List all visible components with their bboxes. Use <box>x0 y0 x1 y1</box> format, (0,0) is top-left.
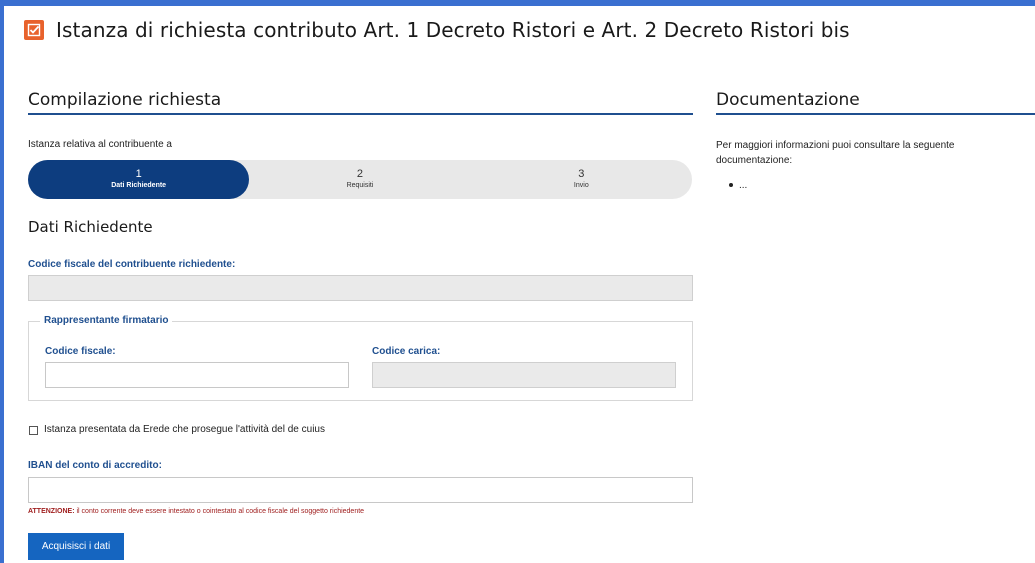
step-invio[interactable]: 3 Invio <box>471 160 692 199</box>
bullet-icon <box>729 183 733 188</box>
page-header: Istanza di richiesta contributo Art. 1 D… <box>24 18 850 42</box>
cf-contribuente-label: Codice fiscale del contribuente richiede… <box>28 259 236 270</box>
dati-richiedente-heading: Dati Richiedente <box>28 218 153 236</box>
checkbox-icon <box>24 20 44 40</box>
page-title: Istanza di richiesta contributo Art. 1 D… <box>56 18 850 42</box>
step-dati-richiedente[interactable]: 1 Dati Richiedente <box>28 160 250 199</box>
step-label: Dati Richiedente <box>111 182 167 189</box>
step-number: 2 <box>356 168 364 180</box>
iban-field[interactable] <box>28 477 693 503</box>
acquisisci-dati-button[interactable]: Acquisisci i dati <box>28 533 124 560</box>
documentazione-list: ... <box>729 180 747 191</box>
iban-warning: ATTENZIONE: il conto corrente deve esser… <box>28 508 364 515</box>
warning-prefix: ATTENZIONE: <box>28 508 75 515</box>
step-number: 1 <box>135 168 142 180</box>
window-frame-left <box>0 0 4 563</box>
step-label: Invio <box>573 182 589 189</box>
warning-text: il conto corrente deve essere intestato … <box>74 508 365 515</box>
cf-rappresentante-label: Codice fiscale: <box>45 346 116 357</box>
intro-text: Istanza relativa al contribuente a <box>28 139 172 150</box>
cf-rappresentante-field[interactable] <box>45 362 349 388</box>
cf-contribuente-field[interactable] <box>28 275 693 301</box>
step-requisiti[interactable]: 2 Requisiti <box>249 160 470 199</box>
step-number: 3 <box>578 168 585 180</box>
step-label: Requisiti <box>346 182 374 189</box>
stepper: 1 Dati Richiedente 2 Requisiti 3 Invio <box>28 160 692 199</box>
rappresentante-fieldset <box>28 321 693 401</box>
rappresentante-legend: Rappresentante firmatario <box>40 315 173 326</box>
window-frame-top <box>0 0 1035 6</box>
documentazione-title: Documentazione <box>716 90 860 110</box>
codice-carica-field[interactable] <box>372 362 676 388</box>
documentazione-text: Per maggiori informazioni puoi consultar… <box>716 140 955 166</box>
documentazione-link[interactable]: ... <box>739 180 747 191</box>
documentazione-rule <box>716 113 1035 115</box>
erede-label: Istanza presentata da Erede che prosegue… <box>44 424 325 435</box>
compilazione-title: Compilazione richiesta <box>28 90 222 110</box>
erede-checkbox[interactable] <box>29 426 38 435</box>
codice-carica-label: Codice carica: <box>372 346 441 357</box>
iban-label: IBAN del conto di accredito: <box>28 460 162 471</box>
compilazione-rule <box>28 113 693 115</box>
